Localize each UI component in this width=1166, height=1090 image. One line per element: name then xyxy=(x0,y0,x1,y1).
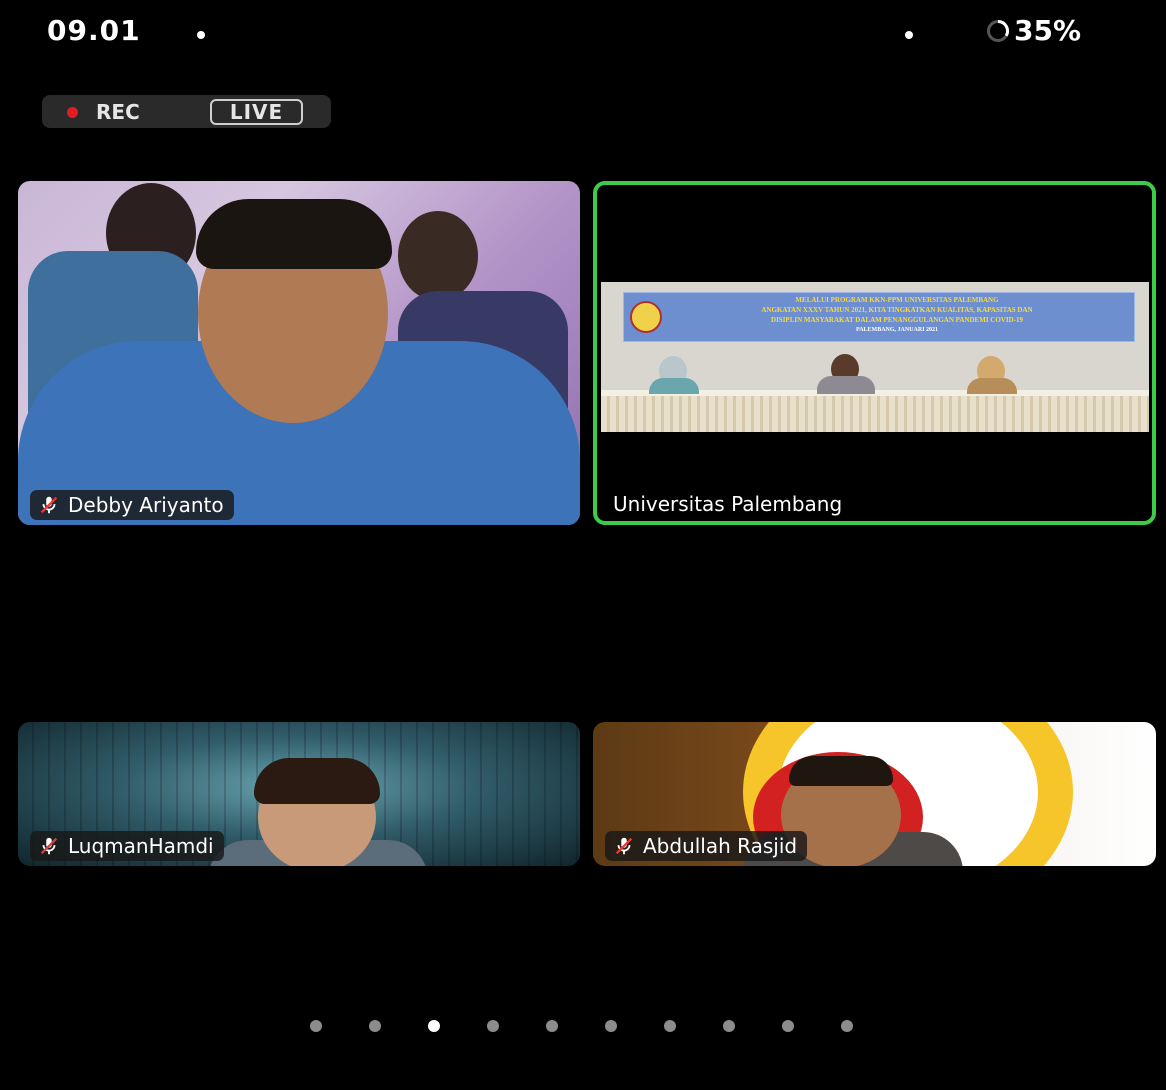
background-figure xyxy=(398,211,478,301)
panelist-body xyxy=(967,378,1017,394)
video-tile-abdullah-rasjid[interactable]: Abdullah Rasjid xyxy=(593,722,1156,866)
notification-dot-icon xyxy=(905,31,913,39)
participant-name-label: Debby Ariyanto xyxy=(30,490,234,520)
participant-name: Abdullah Rasjid xyxy=(643,834,798,858)
page-dot[interactable] xyxy=(782,1020,794,1032)
participant-hair xyxy=(789,756,893,786)
page-dot[interactable] xyxy=(841,1020,853,1032)
video-tile-debby-ariyanto[interactable]: Debby Ariyanto xyxy=(18,181,580,525)
video-tile-luqmanhamdi[interactable]: LuqmanHamdi xyxy=(18,722,580,866)
university-logo-icon xyxy=(630,301,662,333)
live-badge: LIVE xyxy=(210,99,303,125)
recording-indicator[interactable]: REC LIVE xyxy=(42,95,331,128)
participant-hair xyxy=(196,199,392,269)
participant-name: Debby Ariyanto xyxy=(68,493,224,517)
participant-name-label: Universitas Palembang xyxy=(609,489,852,519)
room-scene: MELALUI PROGRAM KKN-PPM UNIVERSITAS PALE… xyxy=(601,282,1149,432)
page-dot[interactable] xyxy=(546,1020,558,1032)
battery-percentage: 35% xyxy=(1014,14,1082,47)
mic-muted-icon xyxy=(40,496,58,514)
participant-name-label: Abdullah Rasjid xyxy=(605,831,808,861)
page-dot[interactable] xyxy=(369,1020,381,1032)
banner-line: MELALUI PROGRAM KKN-PPM UNIVERSITAS PALE… xyxy=(795,296,999,304)
page-dot[interactable] xyxy=(664,1020,676,1032)
page-dot[interactable] xyxy=(428,1020,440,1032)
participant-name: LuqmanHamdi xyxy=(68,834,214,858)
notification-dot-icon xyxy=(197,31,205,39)
table-skirt xyxy=(601,394,1149,432)
meeting-screen xyxy=(8,8,1158,1090)
participant-hair xyxy=(254,758,380,804)
banner-line: ANGKATAN XXXV TAHUN 2021, KITA TINGKATKA… xyxy=(761,306,1033,314)
video-tile-universitas-palembang[interactable]: MELALUI PROGRAM KKN-PPM UNIVERSITAS PALE… xyxy=(593,181,1156,525)
participant-name-label: LuqmanHamdi xyxy=(30,831,224,861)
event-banner: MELALUI PROGRAM KKN-PPM UNIVERSITAS PALE… xyxy=(623,292,1135,342)
panelist-body xyxy=(649,378,699,394)
page-dot[interactable] xyxy=(310,1020,322,1032)
record-dot-icon xyxy=(67,107,78,118)
banner-line: DISIPLIN MASYARAKAT DALAM PENANGGULANGAN… xyxy=(771,316,1023,324)
page-dot[interactable] xyxy=(487,1020,499,1032)
status-time: 09.01 xyxy=(47,14,141,47)
panelist-body xyxy=(817,376,875,394)
mic-muted-icon xyxy=(615,837,633,855)
mic-muted-icon xyxy=(40,837,58,855)
page-dot[interactable] xyxy=(605,1020,617,1032)
rec-label: REC xyxy=(96,100,140,124)
participant-name: Universitas Palembang xyxy=(613,492,843,516)
banner-line: PALEMBANG, JANUARI 2021 xyxy=(855,327,939,333)
battery-ring-icon xyxy=(987,20,1009,42)
page-dot[interactable] xyxy=(723,1020,735,1032)
page-indicator[interactable] xyxy=(310,1020,853,1032)
